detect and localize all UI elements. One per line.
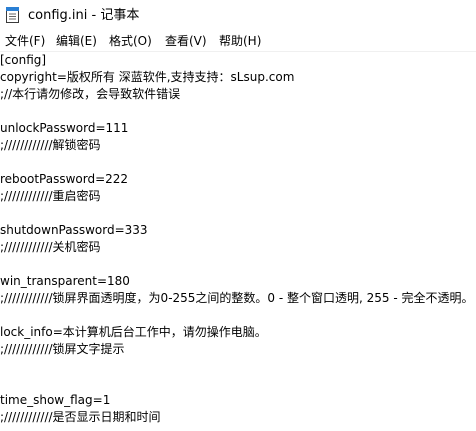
title-bar[interactable]: config.ini - 记事本 [0, 0, 476, 32]
text-line: ;//本行请勿修改，会导致软件错误 [0, 87, 181, 101]
menu-help[interactable]: 帮助(H) [219, 32, 261, 51]
text-line: ;////////////关机密码 [0, 240, 101, 254]
text-editor-area[interactable]: [config] copyright=版权所有 深蓝软件,支持支持：sLsup.… [0, 52, 476, 431]
notepad-window: config.ini - 记事本 文件(F) 编辑(E) 格式(O) 查看(V)… [0, 0, 476, 431]
text-line: ;////////////锁屏文字提示 [0, 342, 125, 356]
menu-file[interactable]: 文件(F) [5, 32, 45, 51]
window-title: config.ini - 记事本 [28, 8, 140, 23]
menu-format[interactable]: 格式(O) [109, 32, 152, 51]
menu-bar: 文件(F) 编辑(E) 格式(O) 查看(V) 帮助(H) [0, 32, 476, 52]
text-line: ;////////////锁屏界面透明度，为0-255之间的整数。0 - 整个窗… [0, 291, 474, 305]
text-line: time_show_flag=1 [0, 393, 111, 407]
menu-view[interactable]: 查看(V) [165, 32, 207, 51]
text-line: ;////////////重启密码 [0, 189, 101, 203]
text-line: ;////////////是否显示日期和时间 [0, 410, 161, 424]
text-line: ;////////////解锁密码 [0, 138, 101, 152]
notepad-icon [6, 7, 19, 23]
text-line: copyright=版权所有 深蓝软件,支持支持：sLsup.com [0, 70, 295, 84]
menu-edit[interactable]: 编辑(E) [56, 32, 97, 51]
text-line: [config] [0, 53, 47, 67]
text-line: unlockPassword=111 [0, 121, 129, 135]
text-line: rebootPassword=222 [0, 172, 129, 186]
text-line: lock_info=本计算机后台工作中，请勿操作电脑。 [0, 325, 267, 339]
text-line: shutdownPassword=333 [0, 223, 148, 237]
text-line: win_transparent=180 [0, 274, 130, 288]
